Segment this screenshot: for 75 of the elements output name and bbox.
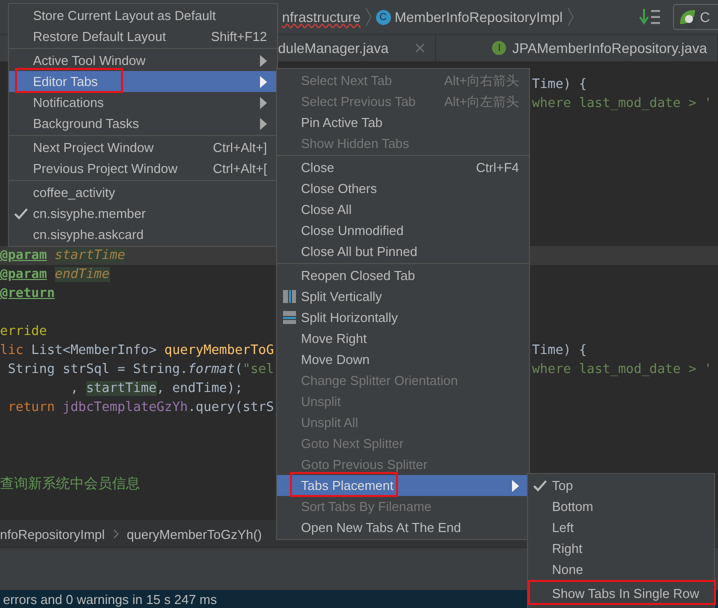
menu-item[interactable]: Close All but Pinned [277,241,529,262]
path-segment[interactable]: MemberInfoRepositoryImpl [394,9,563,25]
tab-label: duleManager.java [278,40,390,56]
code-line: erride [0,324,47,339]
submenu-arrow-icon [512,480,519,492]
code-line: , startTime, endTime); [69,381,243,396]
menu-item[interactable]: Next Project Window Ctrl+Alt+] [9,137,277,158]
menu-item[interactable]: Notifications [9,92,277,113]
chevron-icon [364,7,372,27]
menu-item[interactable]: Right [528,538,714,559]
menu-item[interactable]: Reopen Closed Tab [277,265,529,286]
code-line: @param startTime [0,248,126,263]
code-line: 查询新系统中会员信息 [0,476,140,492]
editor-tab[interactable]: I JPAMemberInfoRepository.java [436,35,718,61]
code-line: @return [0,286,55,301]
menu-item[interactable]: Show Tabs In Single Row [528,583,714,604]
menu-item[interactable]: Previous Project Window Ctrl+Alt+[ [9,158,277,179]
code-line: where last_mod_date > ' [532,362,712,377]
submenu-arrow-icon [260,96,267,108]
split-horizontal-icon [282,311,296,324]
status-text: errors and 0 warnings in 15 s 247 ms [3,592,217,606]
breadcrumb[interactable]: nfoRepositoryImpl [0,526,105,542]
menu-item[interactable]: Left [528,517,714,538]
menu-item[interactable]: coffee_activity [9,182,277,203]
menu-item[interactable]: Tabs Placement [277,475,529,496]
code-line: Time) { [532,343,587,358]
code-line: where last_mod_date > ' [532,96,712,111]
interface-icon: I [492,41,506,55]
menu-item[interactable]: cn.sisyphe.askcard [9,224,277,245]
code-line: lic List<MemberInfo> queryMemberToG [0,343,274,358]
menu-item[interactable]: Pin Active Tab [277,112,529,133]
menu-item[interactable]: Top [528,475,714,496]
menu-item[interactable]: None [528,559,714,580]
run-configuration-button[interactable]: C [672,4,718,30]
shortcut-text: Alt+向左箭头 [444,92,519,110]
menu-item[interactable]: Bottom [528,496,714,517]
code-line: return jdbcTemplateGzYh.query(strS [6,400,274,415]
tab-label: JPAMemberInfoRepository.java [512,40,707,56]
submenu-arrow-icon [260,54,267,66]
menu-item[interactable]: Split Vertically [277,286,529,307]
menu-item[interactable]: Active Tool Window [9,50,277,71]
check-icon [14,208,28,220]
chevron-icon [112,529,119,539]
leaf-icon [678,8,696,26]
path-segment[interactable]: nfrastructure [282,9,361,25]
menu-item[interactable]: Background Tasks [9,113,277,134]
download-binary-icon[interactable] [638,7,663,27]
shortcut-text: Ctrl+Alt+[ [212,161,267,176]
menu-item[interactable]: Close Others [277,178,529,199]
close-icon[interactable] [415,43,426,53]
code-line: String strSql = String.format("sel [6,362,274,377]
shortcut-text: Shift+F12 [210,29,267,44]
check-icon [533,480,547,492]
menu-item[interactable]: Store Current Layout as Default [9,5,277,26]
menu-item[interactable]: Split Horizontally [277,307,529,328]
menu-item[interactable]: Editor Tabs [9,71,277,92]
menu-item[interactable]: Restore Default Layout Shift+F12 [9,26,277,47]
shortcut-text: Alt+向右箭头 [444,72,519,90]
menu-item[interactable]: Move Right [277,328,529,349]
shortcut-text: Ctrl+F4 [476,160,519,175]
class-icon: C [376,10,391,24]
menu-item[interactable]: cn.sisyphe.member [9,203,277,224]
submenu-arrow-icon [260,118,267,130]
code-line: Time) { [532,77,587,92]
menu-item[interactable]: Move Down [277,349,529,370]
menu-item[interactable]: Open New Tabs At The End [277,517,529,538]
submenu-arrow-icon [260,76,267,88]
menu-item[interactable]: Close Ctrl+F4 [277,157,529,178]
menu-item[interactable]: Close Unmodified [277,220,529,241]
breadcrumb[interactable]: queryMemberToGzYh() [126,526,262,542]
shortcut-text: Ctrl+Alt+] [212,140,267,155]
split-vertical-icon [282,290,296,303]
chevron-icon [566,7,574,27]
menu-item[interactable]: Close All [277,199,529,220]
code-line: @param endTime [0,267,110,282]
